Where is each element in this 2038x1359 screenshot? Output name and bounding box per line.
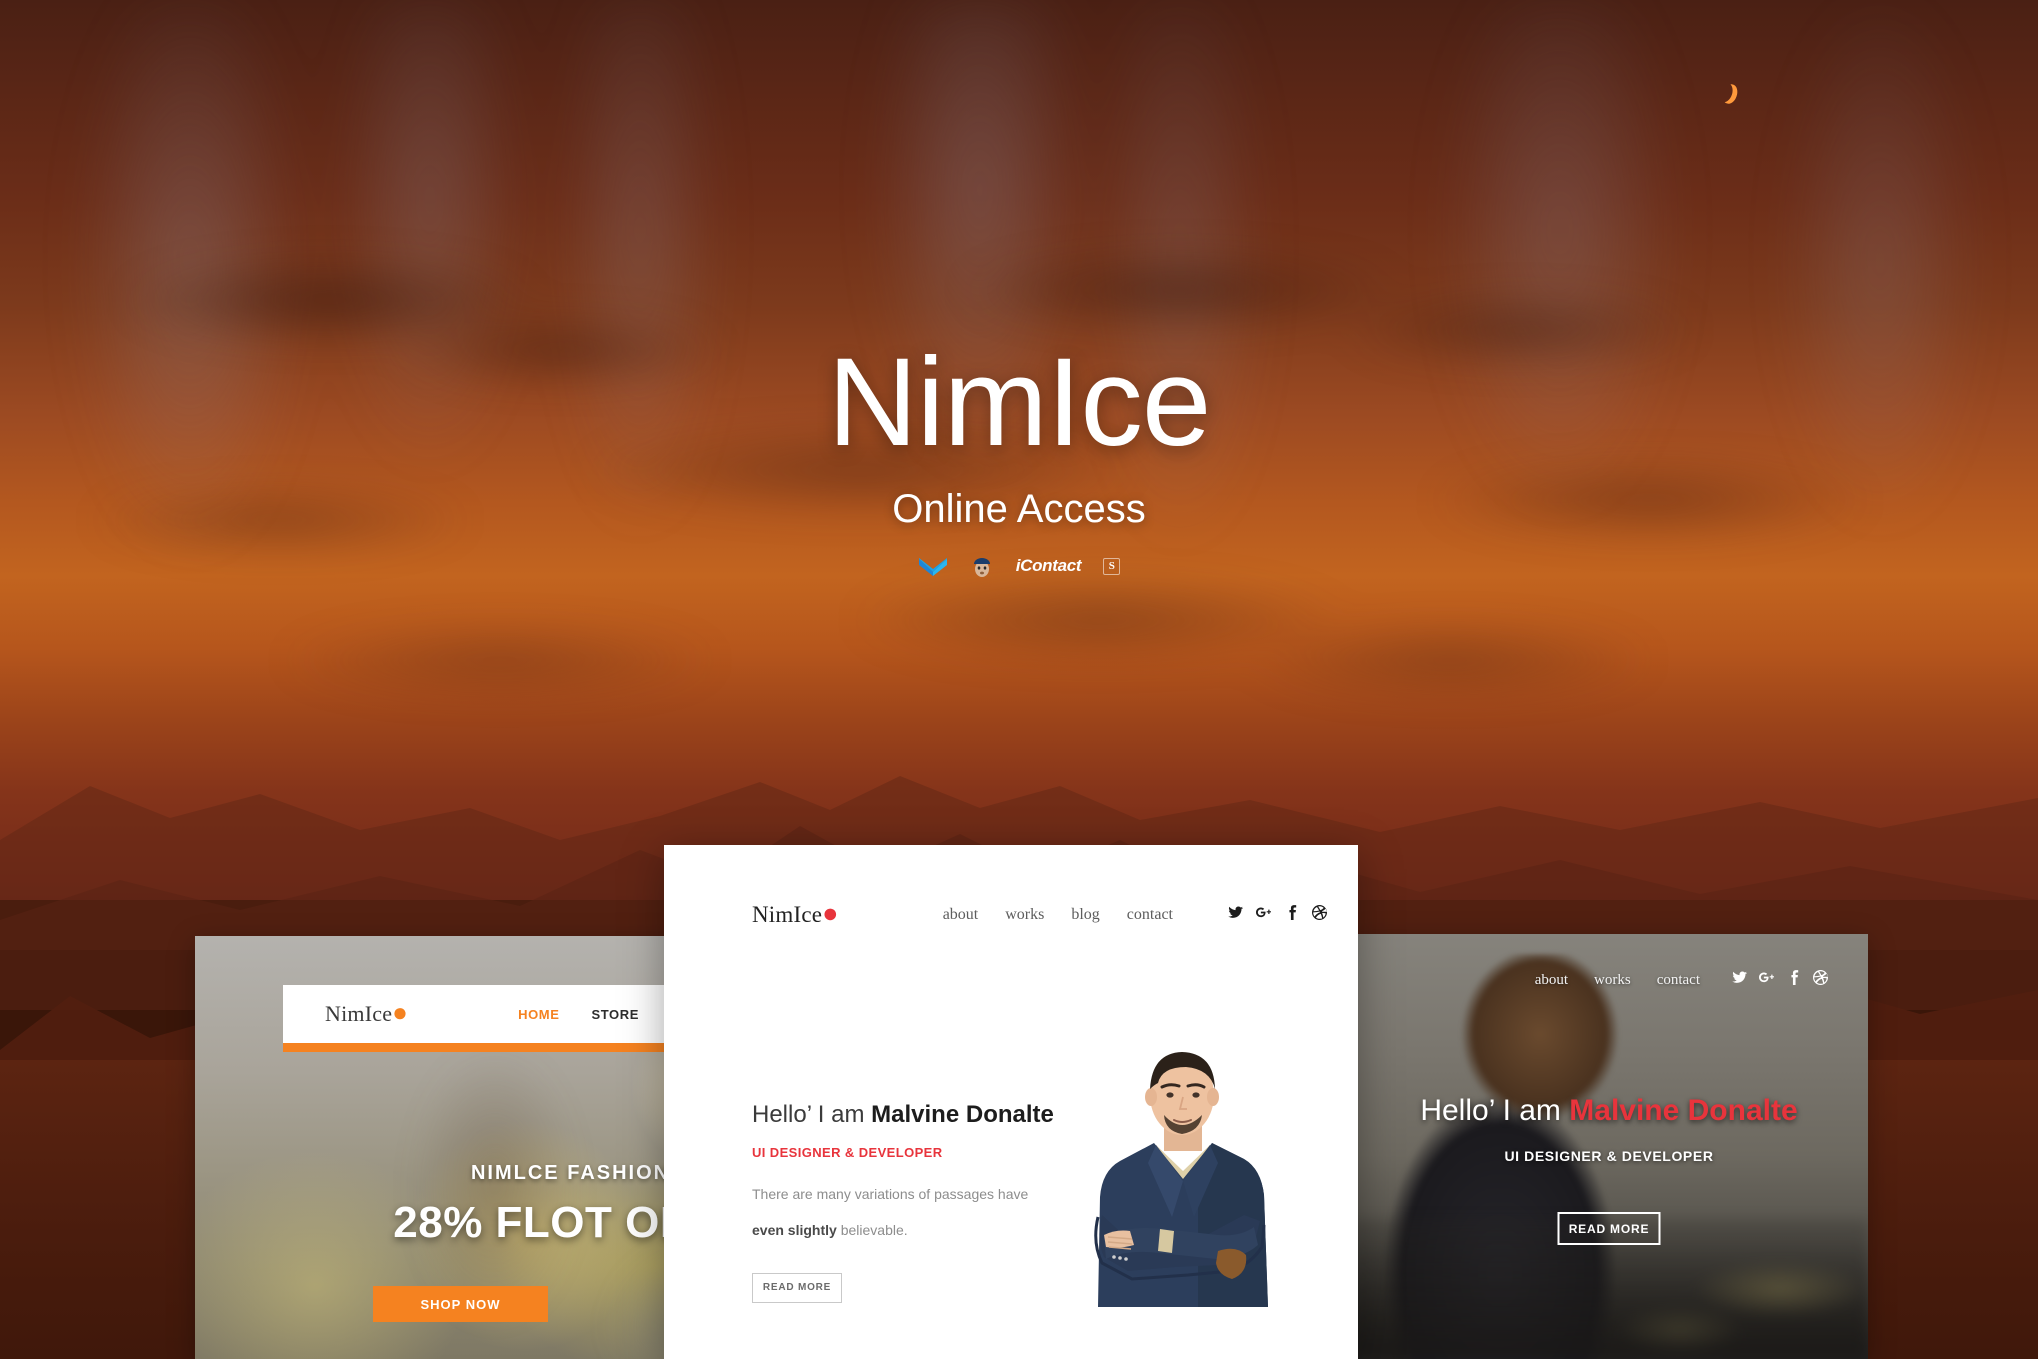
mailchimp-icon[interactable] bbox=[970, 554, 994, 578]
twitter-icon[interactable] bbox=[1228, 905, 1243, 925]
center-card-social-links bbox=[1228, 905, 1327, 925]
dribbble-icon[interactable] bbox=[1813, 970, 1828, 990]
nav-item-home[interactable]: HOME bbox=[518, 1007, 559, 1022]
center-card-paragraph-first: There are many variations of passages ha… bbox=[752, 1186, 1029, 1202]
shopify-icon[interactable]: S bbox=[1103, 557, 1121, 575]
center-card-role: UI DESIGNER & DEVELOPER bbox=[752, 1145, 943, 1160]
greeting-prefix: Hello’ I am bbox=[752, 1101, 872, 1128]
google-plus-icon[interactable] bbox=[1256, 905, 1271, 925]
center-template-card[interactable]: NimIce● about works blog contact Hello’ … bbox=[664, 845, 1358, 1359]
nav-item-store[interactable]: STORE bbox=[591, 1007, 639, 1022]
right-template-card[interactable]: about works contact Hello’ I am Malvine … bbox=[1350, 934, 1868, 1359]
greeting-name: Malvine Donalte bbox=[1569, 1094, 1798, 1127]
integration-logos: iContact S bbox=[0, 554, 2038, 578]
greeting-prefix: Hello’ I am bbox=[1420, 1094, 1570, 1127]
center-card-greeting: Hello’ I am Malvine Donalte bbox=[752, 1101, 1082, 1129]
right-card-social-links bbox=[1732, 970, 1828, 990]
shop-now-button[interactable]: SHOP NOW bbox=[373, 1286, 548, 1322]
nav-item-works[interactable]: works bbox=[1005, 906, 1044, 924]
center-card-read-more-button[interactable]: READ MORE bbox=[752, 1272, 842, 1303]
dribbble-icon[interactable] bbox=[1312, 905, 1327, 925]
right-card-greeting: Hello’ I am Malvine Donalte bbox=[1350, 1094, 1868, 1128]
nav-item-about[interactable]: about bbox=[943, 906, 979, 924]
facebook-icon[interactable] bbox=[1284, 905, 1299, 925]
right-card-role: UI DESIGNER & DEVELOPER bbox=[1504, 1148, 1714, 1164]
left-card-logo[interactable]: NimIce● bbox=[325, 998, 409, 1027]
nav-item-blog[interactable]: blog bbox=[1071, 906, 1099, 924]
center-card-paragraph-second: even slightly believable. bbox=[752, 1222, 1082, 1238]
nav-item-contact[interactable]: contact bbox=[1127, 906, 1173, 924]
icontact-logo[interactable]: iContact bbox=[1016, 556, 1082, 576]
google-plus-icon[interactable] bbox=[1759, 970, 1774, 990]
center-card-logo-text: NimIce bbox=[752, 902, 823, 927]
nav-item-contact[interactable]: contact bbox=[1657, 972, 1700, 989]
left-card-logo-text: NimIce bbox=[325, 1001, 393, 1026]
businessman-portrait-illustration bbox=[1094, 1052, 1268, 1307]
paragraph-rest-part: believable. bbox=[836, 1221, 908, 1238]
right-card-read-more-button[interactable]: READ MORE bbox=[1557, 1212, 1661, 1245]
facebook-icon[interactable] bbox=[1786, 970, 1801, 990]
logo-dot-icon: ● bbox=[392, 998, 409, 1027]
center-card-nav: about works blog contact bbox=[943, 905, 1327, 925]
twitter-icon[interactable] bbox=[1732, 970, 1747, 990]
center-card-body: Hello’ I am Malvine Donalte UI DESIGNER … bbox=[752, 1101, 1082, 1303]
greeting-name: Malvine Donalte bbox=[871, 1101, 1054, 1128]
cloud-layer bbox=[0, 0, 2038, 780]
right-card-nav: about works contact bbox=[1535, 970, 1828, 990]
nav-item-works[interactable]: works bbox=[1594, 972, 1631, 989]
center-card-logo[interactable]: NimIce● bbox=[752, 900, 839, 928]
logo-dot-icon: ● bbox=[822, 898, 839, 928]
center-card-header: NimIce● about works blog contact bbox=[664, 885, 1358, 945]
gmail-icon[interactable] bbox=[918, 555, 948, 577]
portrait-photo-background bbox=[1350, 934, 1868, 1359]
nav-item-about[interactable]: about bbox=[1535, 972, 1568, 989]
paragraph-bold-part: even slightly bbox=[752, 1221, 837, 1238]
